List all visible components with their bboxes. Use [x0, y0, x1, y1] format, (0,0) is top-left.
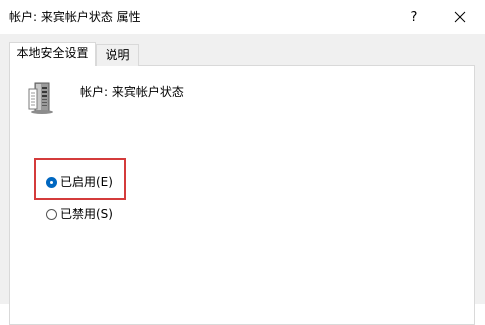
policy-name: 帐户: 来宾帐户状态 [80, 85, 184, 99]
help-button[interactable]: ? [391, 0, 437, 34]
tab-explain[interactable]: 说明 [96, 44, 139, 66]
tab-label: 本地安全设置 [16, 46, 89, 60]
tab-local-security-setting[interactable]: 本地安全设置 [9, 42, 96, 66]
tab-strip: 本地安全设置 说明 [0, 34, 485, 68]
tab-label: 说明 [105, 48, 130, 62]
title-bar[interactable]: 帐户: 来宾帐户状态 属性 ? [0, 0, 485, 34]
close-button[interactable] [437, 0, 483, 34]
help-icon: ? [410, 9, 418, 25]
window-title: 帐户: 来宾帐户状态 属性 [9, 10, 141, 24]
tab-panel: 帐户: 来宾帐户状态 已启用(E) 已禁用(S) [9, 65, 475, 325]
radio-disabled[interactable]: 已禁用(S) [46, 206, 113, 222]
properties-dialog: 帐户: 来宾帐户状态 属性 ? 本地安全设置 说明 帐户: 来宾帐户状态 已启用… [0, 0, 485, 325]
radio-disabled-label: 已禁用(S) [60, 207, 113, 221]
radio-enabled-indicator[interactable] [46, 176, 57, 188]
close-icon [454, 11, 466, 23]
radio-disabled-indicator[interactable] [46, 208, 57, 220]
radio-enabled-label: 已启用(E) [60, 175, 113, 189]
server-icon [28, 82, 53, 114]
radio-enabled[interactable]: 已启用(E) [46, 174, 113, 190]
